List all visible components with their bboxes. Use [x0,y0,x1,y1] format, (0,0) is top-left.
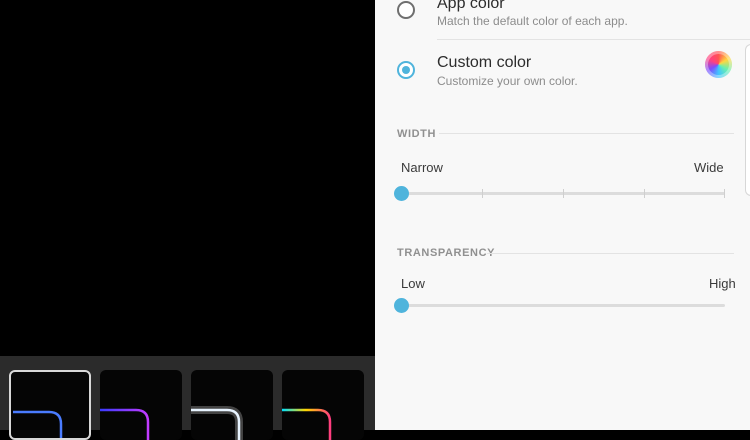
custom-color-option[interactable]: Custom color Customize your own color. [375,40,750,100]
app-color-option[interactable]: App color Match the default color of eac… [375,0,750,40]
custom-color-subtitle: Customize your own color. [437,74,578,88]
width-section-line [439,133,734,134]
width-slider-tick [724,189,725,198]
app-color-radio[interactable] [397,1,415,19]
edge-lighting-settings-panel: App color Match the default color of eac… [375,0,750,430]
width-max-label: Wide [694,160,724,175]
transparency-slider-track[interactable] [401,304,725,307]
transparency-max-label: High [709,276,736,291]
custom-color-title: Custom color [437,54,532,71]
width-min-label: Narrow [401,160,443,175]
width-slider-tick [563,189,564,198]
width-slider-tick [482,189,483,198]
color-wheel-icon[interactable] [705,51,732,78]
app-color-subtitle: Match the default color of each app. [437,14,628,28]
transparency-section-header: TRANSPARENCY [397,247,496,259]
transparency-section-line [487,253,734,254]
edge-panel-handle[interactable] [745,44,750,196]
app-color-title: App color [437,0,505,12]
effect-thumbnail-strip [0,356,375,440]
width-slider-tick [644,189,645,198]
transparency-min-label: Low [401,276,425,291]
width-slider-thumb[interactable] [393,186,409,201]
width-section-header: WIDTH [397,128,437,140]
custom-color-radio[interactable] [397,61,415,79]
transparency-slider-thumb[interactable] [393,298,409,313]
